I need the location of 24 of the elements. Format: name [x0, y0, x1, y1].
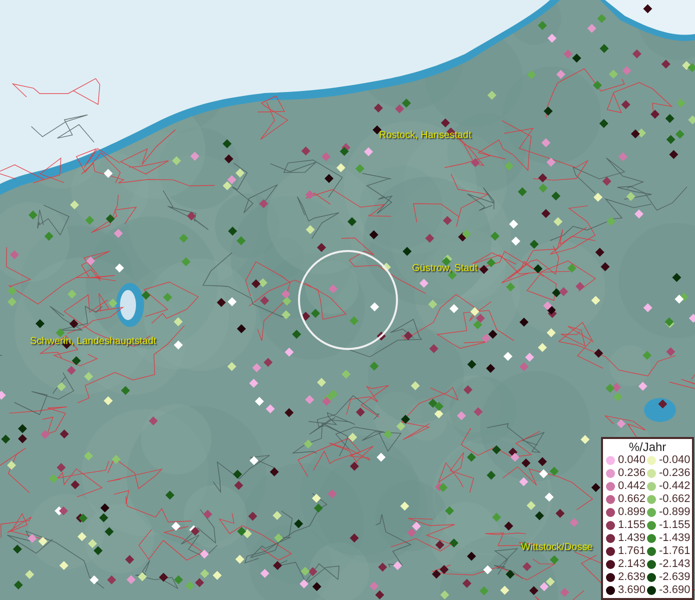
legend-value: 0.442 — [618, 480, 646, 493]
legend-title: %/Jahr — [628, 440, 668, 454]
legend-value: -0.040 — [659, 454, 690, 467]
place-label: Güstrow, Stadt — [412, 262, 478, 276]
legend-value: 2.143 — [618, 558, 646, 571]
legend-value: -0.442 — [659, 480, 690, 493]
legend-value: 3.690 — [618, 584, 646, 597]
legend-value: -2.639 — [659, 571, 690, 584]
legend-value: -1.761 — [659, 545, 690, 558]
legend-value: 2.639 — [618, 571, 646, 584]
legend-value: 1.439 — [618, 532, 646, 545]
legend-value: -0.899 — [659, 506, 690, 519]
legend-value: -3.690 — [659, 584, 690, 597]
legend-value: 0.899 — [618, 506, 646, 519]
legend-value: 1.761 — [618, 545, 646, 558]
legend-value: -0.236 — [659, 467, 690, 480]
legend-value: -1.439 — [659, 532, 690, 545]
legend-value: -1.155 — [659, 519, 690, 532]
legend-value: -0.662 — [659, 493, 690, 506]
legend-value: 0.236 — [618, 467, 646, 480]
legend-value: 1.155 — [618, 519, 646, 532]
legend-value: 0.040 — [618, 454, 646, 467]
legend-value: 0.662 — [618, 493, 646, 506]
legend-value: -2.143 — [659, 558, 690, 571]
